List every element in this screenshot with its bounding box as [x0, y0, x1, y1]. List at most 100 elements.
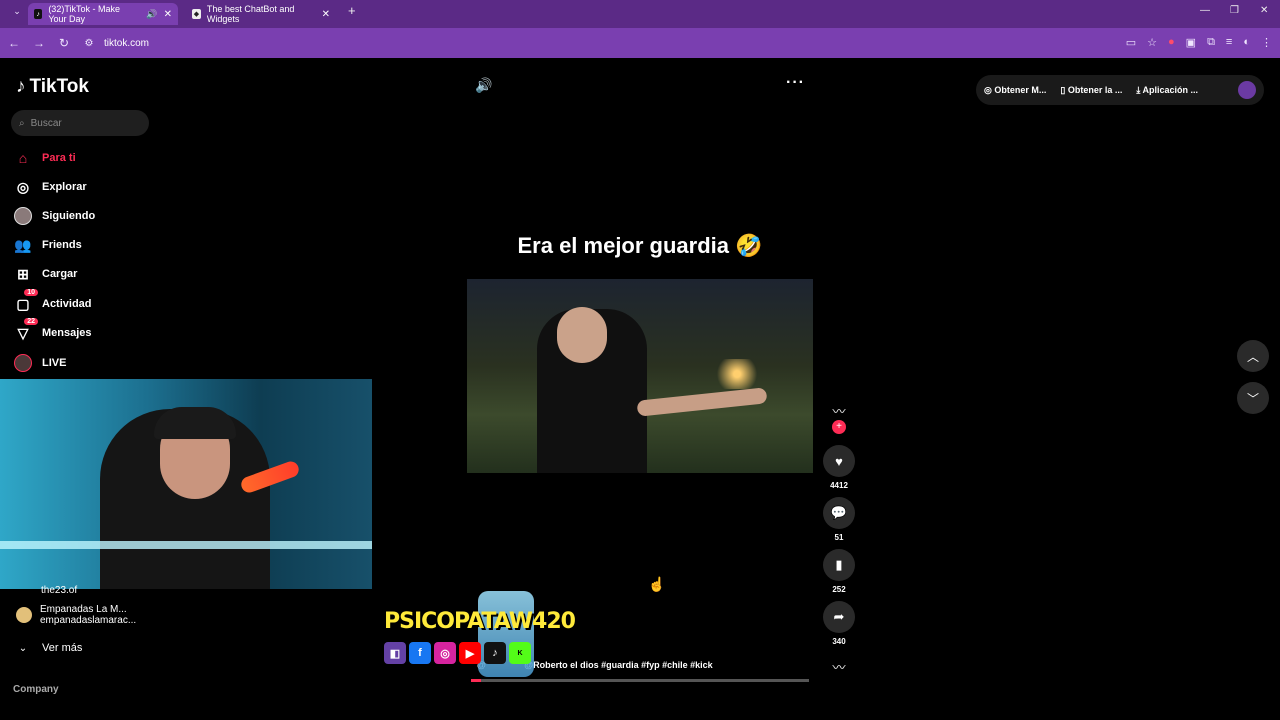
site-info-icon[interactable]: ⚙ — [78, 38, 100, 49]
video-arm — [636, 387, 768, 417]
friends-icon: 👥 — [14, 236, 32, 253]
mouse-cursor-icon: ☝ — [648, 576, 666, 592]
following-item[interactable]: the23.of — [16, 585, 77, 596]
next-video-button[interactable]: ﹀ — [1237, 382, 1269, 414]
see-more-label: Ver más — [42, 642, 83, 654]
sidebar-item-mensajes[interactable]: ▽ 22 Mensajes — [14, 318, 92, 342]
following-handle: empanadaslamarac... — [40, 615, 137, 626]
previous-video-button[interactable]: ︿ — [1237, 340, 1269, 372]
sidebar-item-siguiendo[interactable]: Siguiendo — [14, 207, 95, 225]
tiktok-logo[interactable]: ♪ TikTok — [16, 76, 89, 98]
sidebar-item-cargar[interactable]: ⊞ Cargar — [14, 265, 77, 283]
back-icon[interactable]: ← — [3, 36, 25, 50]
search-icon: ⌕ — [19, 117, 25, 129]
facebook-icon: f — [409, 642, 431, 664]
messages-icon: ▽ 22 — [14, 318, 38, 342]
tab-tiktok[interactable]: ♪ (32)TikTok - Make Your Day 🔊 ✕ — [28, 3, 178, 25]
share-count: 340 — [832, 637, 846, 646]
tab-chatbot[interactable]: ◆ The best ChatBot and Widgets ✕ — [186, 3, 336, 25]
like-button[interactable]: ♥ 4412 — [823, 445, 855, 490]
social-icons: ◧ f ◎ ▶ ♪ K — [384, 642, 531, 664]
jar-graphic — [478, 591, 534, 677]
footer-company[interactable]: Company — [13, 684, 59, 695]
sidebar-item-label: LIVE — [42, 357, 67, 369]
tiktok-note-icon: ♪ — [16, 76, 26, 97]
chatbot-favicon-icon: ◆ — [192, 9, 201, 19]
address-bar: ← → ↻ ⚙ tiktok.com ▭ ☆ ● ▣ ⧉ ≡ ◐ ⋮ — [0, 28, 1280, 58]
extension-icon[interactable]: ▣ — [1186, 36, 1196, 49]
minimize-icon[interactable]: — — [1200, 5, 1210, 16]
url-field[interactable]: tiktok.com — [104, 38, 149, 49]
upload-icon: ⊞ — [17, 265, 29, 282]
restore-icon[interactable]: ❐ — [1230, 5, 1239, 16]
desktop-app-button[interactable]: ⤓ Aplicación ... — [1136, 85, 1198, 96]
twitch-icon: ◧ — [384, 642, 406, 664]
see-more-button[interactable]: ⌄ Ver más — [14, 639, 83, 657]
music-disc-icon: 〰 — [823, 650, 855, 682]
share-button[interactable]: ➦ 340 — [823, 601, 855, 646]
search-placeholder: Buscar — [30, 117, 62, 129]
music-disc[interactable]: 〰 — [823, 650, 855, 682]
extension-red-icon[interactable]: ● — [1168, 36, 1175, 49]
reload-icon[interactable]: ↻ — [53, 36, 75, 50]
volume-icon[interactable]: 🔊 — [475, 77, 492, 94]
follow-plus-icon[interactable]: + — [832, 420, 846, 434]
close-window-icon[interactable]: ✕ — [1260, 5, 1268, 16]
following-name: Empanadas La M... — [40, 604, 127, 615]
forward-icon[interactable]: → — [28, 36, 50, 50]
streamer-cap — [154, 407, 236, 439]
get-coins-label: Obtener M... — [994, 84, 1047, 95]
tiktok-icon: ♪ — [484, 642, 506, 664]
activity-icon: ▢ 10 — [14, 289, 38, 313]
tab-list-button[interactable]: ⌄ — [6, 6, 28, 17]
compass-icon: ◎ — [16, 178, 30, 195]
menu-icon[interactable]: ⋮ — [1261, 36, 1272, 49]
video-lights — [707, 359, 767, 389]
webcam-overlay — [0, 379, 372, 589]
profile-icon[interactable]: ◐ — [1243, 36, 1250, 49]
comment-button[interactable]: 💬 51 — [823, 497, 855, 542]
tab-label: The best ChatBot and Widgets — [206, 4, 295, 24]
sidebar-item-para-ti[interactable]: ⌂ Para ti — [14, 149, 76, 167]
cast-icon[interactable]: ▭ — [1126, 36, 1136, 49]
new-tab-button[interactable]: + — [348, 3, 356, 18]
close-tab-icon[interactable]: ✕ — [164, 9, 172, 20]
sidebar-item-explorar[interactable]: ◎ Explorar — [14, 178, 87, 196]
hashtags-text: @Roberto el dios #guardia #fyp #chile #k… — [524, 660, 713, 670]
desktop-app-label: Aplicación ... — [1142, 84, 1199, 95]
creator-avatar[interactable]: 〰 + — [823, 394, 855, 434]
activity-badge: 10 — [24, 289, 38, 296]
share-icon: ➦ — [823, 601, 855, 633]
progress-fill — [471, 679, 482, 682]
top-right-actions: ◎ Obtener M... ▯ Obtener la ... ⤓ Aplica… — [976, 75, 1264, 105]
video-progress-bar[interactable] — [471, 679, 809, 682]
bookmark-star-icon[interactable]: ☆ — [1147, 36, 1157, 49]
sidebar-item-live[interactable]: LIVE — [14, 354, 66, 372]
chevron-down-icon: ⌄ — [18, 642, 28, 654]
profile-avatar[interactable] — [1238, 81, 1256, 99]
sidebar-item-label: Cargar — [42, 268, 78, 280]
media-icon[interactable]: ≡ — [1226, 36, 1232, 49]
sidebar-item-label: Para ti — [42, 152, 76, 164]
speaker-icon: 🔊 — [146, 8, 158, 19]
video-player[interactable] — [467, 279, 813, 473]
get-app-button[interactable]: ▯ Obtener la ... — [1060, 85, 1122, 96]
more-options-icon[interactable]: ··· — [786, 74, 805, 92]
video-face — [557, 307, 607, 363]
save-button[interactable]: ▮ 252 — [823, 549, 855, 594]
sidebar-item-label: Siguiendo — [42, 210, 96, 222]
following-name: the23.of — [41, 585, 78, 596]
like-count: 4412 — [830, 481, 848, 490]
home-icon: ⌂ — [18, 150, 28, 166]
search-input[interactable]: ⌕ Buscar — [11, 110, 149, 136]
close-tab-icon[interactable]: ✕ — [322, 9, 330, 20]
get-coins-button[interactable]: ◎ Obtener M... — [984, 85, 1046, 96]
bookmark-icon: ▮ — [823, 549, 855, 581]
sidebar-item-friends[interactable]: 👥 Friends — [14, 236, 81, 254]
sidebar-item-actividad[interactable]: ▢ 10 Actividad — [14, 289, 92, 313]
save-count: 252 — [832, 585, 846, 594]
heart-icon: ♥ — [823, 445, 855, 477]
live-icon — [14, 354, 32, 372]
following-item[interactable]: Empanadas La M... empanadaslamarac... — [16, 604, 136, 626]
puzzle-icon[interactable]: ⧉ — [1207, 36, 1215, 49]
